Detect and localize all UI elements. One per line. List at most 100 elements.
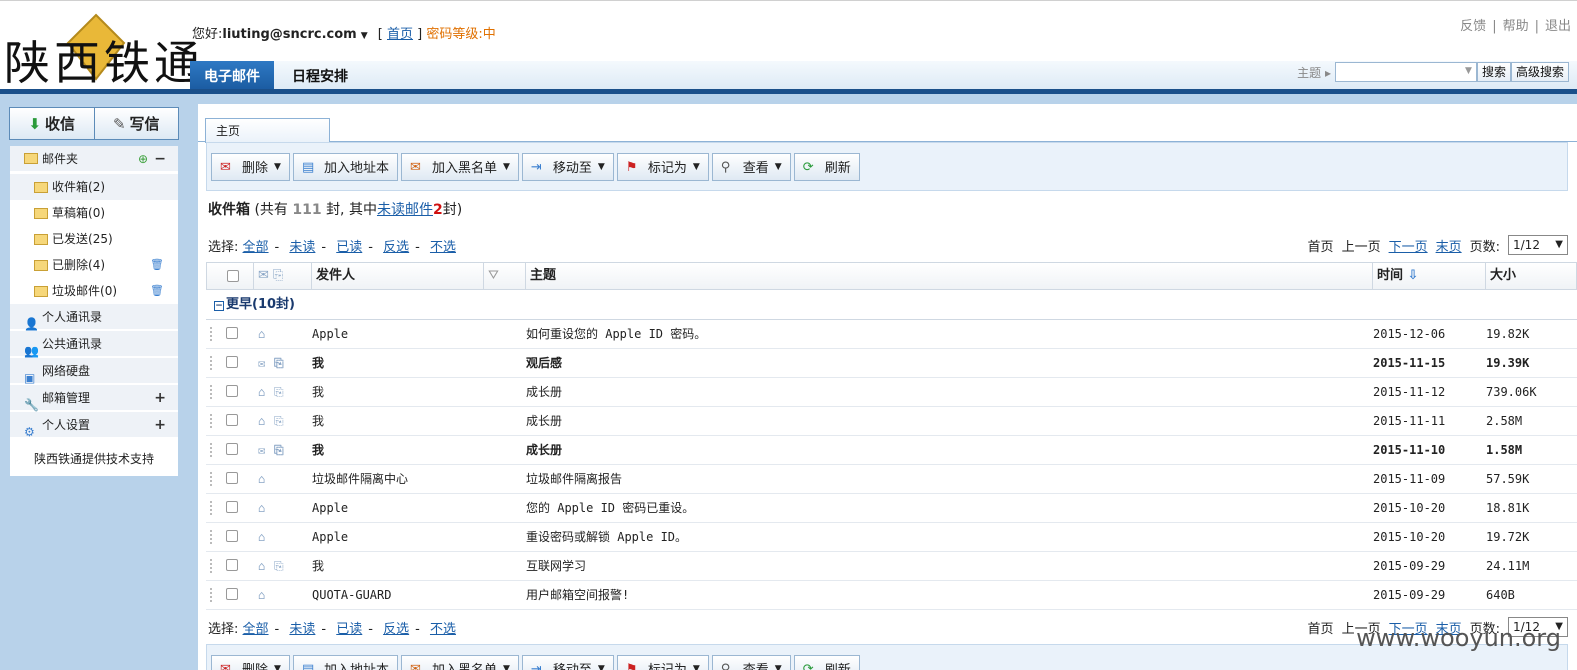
select-invert-link[interactable]: 反选: [383, 240, 409, 255]
page-select[interactable]: 1/12 ▼: [1508, 235, 1568, 255]
subject-column-header[interactable]: 主题: [525, 263, 1372, 289]
collapse-icon[interactable]: −: [154, 146, 166, 172]
tab-email[interactable]: 电子邮件: [190, 61, 274, 91]
sidebar-item-netdisk[interactable]: ▣ 网络硬盘: [10, 358, 178, 385]
delete-button[interactable]: ✉删除▼: [211, 654, 290, 670]
receive-button[interactable]: ⬇ 收信: [10, 108, 94, 139]
filter-icon[interactable]: ⛛: [483, 263, 525, 289]
subject[interactable]: 成长册: [526, 407, 562, 435]
subject[interactable]: 观后感: [526, 349, 562, 377]
table-row[interactable]: ✉ ⎘ 我 成长册 2015-11-10 1.58M: [206, 436, 1577, 465]
time-column-header[interactable]: 时间 ⇩: [1372, 263, 1485, 289]
drag-handle-icon[interactable]: [210, 588, 214, 602]
select-invert-link[interactable]: 反选: [383, 622, 409, 637]
sidebar-item-inbox[interactable]: 收件箱 (2): [10, 174, 178, 200]
subject[interactable]: 成长册: [526, 378, 562, 406]
sidebar-item-personal-contacts[interactable]: 👤 个人通讯录: [10, 304, 178, 331]
row-checkbox[interactable]: [226, 385, 238, 397]
sidebar-item-mailbox-management[interactable]: 🔧 邮箱管理 +: [10, 385, 178, 412]
drag-handle-icon[interactable]: [210, 472, 214, 486]
sender[interactable]: QUOTA-GUARD: [312, 581, 391, 609]
last-page-link[interactable]: 末页: [1436, 236, 1462, 255]
add-folder-icon[interactable]: ⊕: [138, 146, 148, 172]
drag-handle-icon[interactable]: [210, 501, 214, 515]
drag-handle-icon[interactable]: [210, 385, 214, 399]
sidebar-item-sent[interactable]: 已发送 (25): [10, 226, 178, 252]
subject[interactable]: 如何重设您的 Apple ID 密码。: [526, 320, 706, 348]
row-checkbox[interactable]: [226, 530, 238, 542]
sender-column-header[interactable]: 发件人: [311, 263, 483, 289]
select-all-link[interactable]: 全部: [243, 622, 269, 637]
table-row[interactable]: ⌂ QUOTA-GUARD 用户邮箱空间报警! 2015-09-29 640B: [206, 581, 1577, 610]
drag-handle-icon[interactable]: [210, 559, 214, 573]
subject[interactable]: 重设密码或解锁 Apple ID。: [526, 523, 687, 551]
sidebar-item-settings[interactable]: ⚙ 个人设置 +: [10, 412, 178, 439]
drag-handle-icon[interactable]: [210, 443, 214, 457]
view-button[interactable]: ⚲查看▼: [711, 152, 791, 181]
sidebar-mailbox-header[interactable]: 邮件夹 ⊕ −: [10, 146, 178, 172]
move-to-button[interactable]: ⇥移动至▼: [521, 152, 614, 181]
row-checkbox[interactable]: [226, 327, 238, 339]
drag-handle-icon[interactable]: [210, 356, 214, 370]
collapse-icon[interactable]: −: [214, 301, 224, 311]
logout-link[interactable]: 退出: [1545, 19, 1571, 34]
sender[interactable]: 我: [312, 436, 324, 464]
delete-button[interactable]: ✉删除▼: [211, 152, 290, 181]
subject[interactable]: 垃圾邮件隔离报告: [526, 465, 622, 493]
sender[interactable]: 我: [312, 407, 324, 435]
expand-icon[interactable]: +: [154, 412, 166, 438]
table-row[interactable]: ✉ ⎘ 我 观后感 2015-11-15 19.39K: [206, 349, 1577, 378]
group-earlier[interactable]: − 更早(10封): [206, 290, 1577, 320]
drag-handle-icon[interactable]: [210, 530, 214, 544]
sender[interactable]: 我: [312, 378, 324, 406]
mark-as-button[interactable]: ⚑标记为▼: [616, 654, 709, 670]
row-checkbox[interactable]: [226, 588, 238, 600]
compose-button[interactable]: ✎ 写信: [93, 108, 179, 139]
refresh-button[interactable]: ⟳刷新: [793, 152, 860, 181]
table-row[interactable]: ⌂ ⎘ 我 互联网学习 2015-09-29 24.11M: [206, 552, 1577, 581]
select-all-link[interactable]: 全部: [243, 240, 269, 255]
sender[interactable]: 我: [312, 552, 324, 580]
table-row[interactable]: ⌂ 垃圾邮件隔离中心 垃圾邮件隔离报告 2015-11-09 57.59K: [206, 465, 1577, 494]
drag-handle-icon[interactable]: [210, 327, 214, 341]
select-unread-link[interactable]: 未读: [289, 622, 315, 637]
mark-as-button[interactable]: ⚑标记为▼: [616, 152, 709, 181]
size-column-header[interactable]: 大小: [1485, 263, 1577, 289]
drag-handle-icon[interactable]: [210, 414, 214, 428]
sidebar-item-deleted[interactable]: 已删除 (4) 🗑: [10, 252, 178, 278]
sender[interactable]: Apple: [312, 320, 348, 348]
trash-icon[interactable]: 🗑: [150, 252, 164, 278]
tab-calendar[interactable]: 日程安排: [292, 61, 348, 91]
sidebar-item-public-contacts[interactable]: 👥 公共通讯录: [10, 331, 178, 358]
select-read-link[interactable]: 已读: [336, 240, 362, 255]
help-link[interactable]: 帮助: [1503, 19, 1529, 34]
subject[interactable]: 您的 Apple ID 密码已重设。: [526, 494, 694, 522]
sender[interactable]: 垃圾邮件隔离中心: [312, 465, 408, 493]
table-row[interactable]: ⌂ Apple 重设密码或解锁 Apple ID。 2015-10-20 19.72K: [206, 523, 1577, 552]
next-page-link[interactable]: 下一页: [1389, 236, 1428, 255]
subject[interactable]: 互联网学习: [526, 552, 586, 580]
add-to-addressbook-button[interactable]: ▤加入地址本: [292, 654, 398, 670]
tab-home[interactable]: 主页: [205, 118, 330, 143]
add-to-addressbook-button[interactable]: ▤加入地址本: [292, 152, 398, 181]
select-read-link[interactable]: 已读: [336, 622, 362, 637]
select-none-link[interactable]: 不选: [430, 240, 456, 255]
chevron-down-icon[interactable]: ▼: [361, 31, 368, 41]
sidebar-item-spam[interactable]: 垃圾邮件 (0) 🗑: [10, 278, 178, 304]
row-checkbox[interactable]: [226, 501, 238, 513]
expand-icon[interactable]: +: [154, 385, 166, 411]
move-to-button[interactable]: ⇥移动至▼: [521, 654, 614, 670]
row-checkbox[interactable]: [226, 356, 238, 368]
sender[interactable]: Apple: [312, 494, 348, 522]
advanced-search-button[interactable]: 高级搜索: [1510, 62, 1569, 82]
add-to-blacklist-button[interactable]: ✉加入黑名单▼: [400, 654, 519, 670]
home-link[interactable]: 首页: [387, 27, 413, 42]
feedback-link[interactable]: 反馈: [1460, 19, 1486, 34]
select-none-link[interactable]: 不选: [430, 622, 456, 637]
refresh-button[interactable]: ⟳刷新: [793, 654, 860, 670]
chevron-down-icon[interactable]: ▼: [1465, 66, 1472, 76]
sidebar-item-drafts[interactable]: 草稿箱 (0): [10, 200, 178, 226]
add-to-blacklist-button[interactable]: ✉加入黑名单▼: [400, 152, 519, 181]
subject[interactable]: 成长册: [526, 436, 562, 464]
subject[interactable]: 用户邮箱空间报警!: [526, 581, 629, 609]
